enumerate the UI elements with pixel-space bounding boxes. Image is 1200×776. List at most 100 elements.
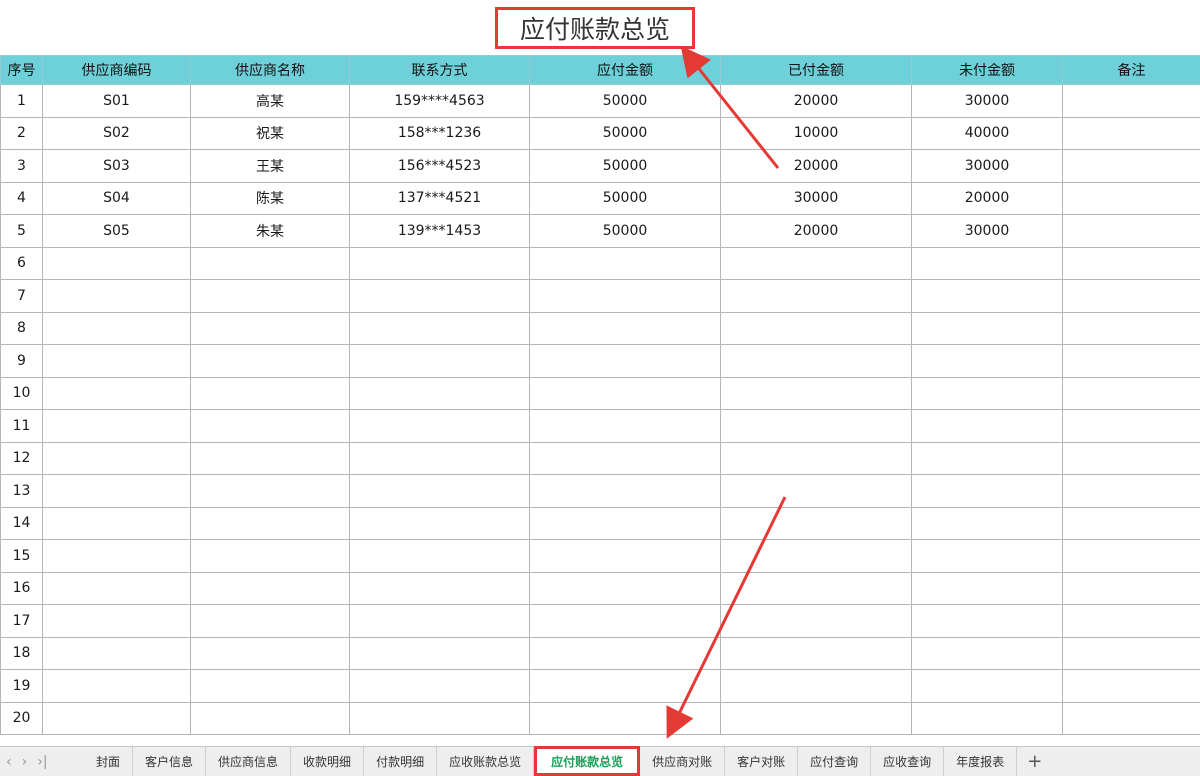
table-cell[interactable] [1063,280,1200,313]
table-cell[interactable] [1063,670,1200,703]
table-cell[interactable]: 156***4523 [350,150,530,183]
table-cell[interactable] [721,475,912,508]
table-cell[interactable] [530,702,721,735]
table-cell[interactable]: 12 [1,442,43,475]
table-cell[interactable]: 王某 [191,150,350,183]
table-cell[interactable] [350,247,530,280]
table-cell[interactable]: 50000 [530,117,721,150]
table-cell[interactable] [530,247,721,280]
table-cell[interactable] [912,507,1063,540]
table-cell[interactable]: S03 [43,150,191,183]
table-cell[interactable] [43,670,191,703]
table-cell[interactable]: 6 [1,247,43,280]
table-cell[interactable] [191,377,350,410]
table-cell[interactable]: S04 [43,182,191,215]
table-cell[interactable] [350,377,530,410]
table-cell[interactable] [43,442,191,475]
table-cell[interactable]: 18 [1,637,43,670]
table-cell[interactable] [912,345,1063,378]
table-cell[interactable] [721,312,912,345]
table-cell[interactable]: 20 [1,702,43,735]
table-cell[interactable] [721,280,912,313]
table-cell[interactable] [530,312,721,345]
table-cell[interactable] [1063,507,1200,540]
sheet-tab[interactable]: 收款明细 [291,747,364,776]
table-cell[interactable] [191,605,350,638]
table-cell[interactable] [1063,475,1200,508]
sheet-tab[interactable]: 供应商信息 [206,747,291,776]
table-cell[interactable] [191,540,350,573]
table-cell[interactable]: 高某 [191,85,350,118]
table-cell[interactable] [43,637,191,670]
sheet-tab[interactable]: 客户信息 [133,747,206,776]
table-cell[interactable] [350,345,530,378]
table-cell[interactable] [350,312,530,345]
column-header[interactable]: 序号 [1,56,43,85]
table-cell[interactable] [191,670,350,703]
table-cell[interactable] [1063,117,1200,150]
table-cell[interactable] [912,247,1063,280]
table-cell[interactable] [350,507,530,540]
table-cell[interactable]: 5 [1,215,43,248]
table-cell[interactable] [530,410,721,443]
table-cell[interactable]: 30000 [912,215,1063,248]
table-cell[interactable]: S02 [43,117,191,150]
table-cell[interactable] [530,377,721,410]
table-cell[interactable] [721,637,912,670]
column-header[interactable]: 未付金额 [912,56,1063,85]
table-cell[interactable] [1063,442,1200,475]
sheet-tab[interactable]: 封面 [84,747,133,776]
table-cell[interactable] [1063,702,1200,735]
chevron-left-icon[interactable]: ‹ [6,754,12,770]
table-cell[interactable] [1063,215,1200,248]
table-cell[interactable] [350,670,530,703]
table-cell[interactable]: 4 [1,182,43,215]
table-cell[interactable] [43,475,191,508]
table-cell[interactable] [43,507,191,540]
table-cell[interactable]: 陈某 [191,182,350,215]
table-cell[interactable] [1063,572,1200,605]
column-header[interactable]: 应付金额 [530,56,721,85]
table-cell[interactable]: 158***1236 [350,117,530,150]
table-cell[interactable] [721,345,912,378]
table-cell[interactable] [912,280,1063,313]
table-cell[interactable] [530,572,721,605]
sheet-tab[interactable]: 付款明细 [364,747,437,776]
table-cell[interactable] [191,637,350,670]
column-header[interactable]: 联系方式 [350,56,530,85]
table-cell[interactable] [43,540,191,573]
table-cell[interactable]: 20000 [721,150,912,183]
table-cell[interactable] [1063,345,1200,378]
table-cell[interactable] [530,540,721,573]
table-cell[interactable]: 9 [1,345,43,378]
table-cell[interactable] [912,605,1063,638]
table-cell[interactable] [1063,247,1200,280]
table-cell[interactable]: 16 [1,572,43,605]
table-cell[interactable] [721,507,912,540]
table-cell[interactable] [43,345,191,378]
table-cell[interactable] [43,247,191,280]
table-cell[interactable] [721,247,912,280]
table-cell[interactable]: 19 [1,670,43,703]
sheet-tab[interactable]: 应付查询 [798,747,871,776]
table-cell[interactable]: 137***4521 [350,182,530,215]
table-cell[interactable] [530,670,721,703]
table-cell[interactable] [912,312,1063,345]
add-sheet-icon[interactable]: + [1017,747,1052,776]
sheet-tab[interactable]: 客户对账 [725,747,798,776]
table-cell[interactable] [1063,312,1200,345]
table-cell[interactable] [191,442,350,475]
table-cell[interactable] [43,410,191,443]
table-cell[interactable]: 50000 [530,182,721,215]
column-header[interactable]: 供应商编码 [43,56,191,85]
table-cell[interactable] [912,410,1063,443]
table-cell[interactable] [43,702,191,735]
table-cell[interactable] [912,540,1063,573]
table-cell[interactable] [350,702,530,735]
table-cell[interactable]: 40000 [912,117,1063,150]
table-cell[interactable] [350,475,530,508]
table-cell[interactable] [1063,85,1200,118]
table-cell[interactable] [530,507,721,540]
table-cell[interactable] [191,507,350,540]
table-cell[interactable] [1063,182,1200,215]
